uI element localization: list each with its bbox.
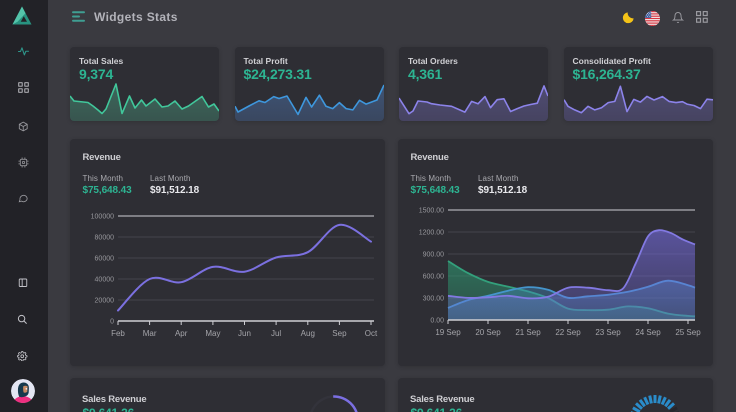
svg-text:23 Sep: 23 Sep bbox=[595, 328, 621, 337]
svg-text:40000: 40000 bbox=[95, 277, 115, 284]
svg-text:Mar: Mar bbox=[143, 329, 157, 338]
svg-text:100000: 100000 bbox=[91, 214, 114, 221]
svg-text:300.00: 300.00 bbox=[423, 296, 445, 303]
svg-text:Apr: Apr bbox=[175, 329, 188, 338]
svg-text:60000: 60000 bbox=[95, 256, 115, 263]
svg-text:0.00: 0.00 bbox=[430, 318, 444, 325]
svg-text:Feb: Feb bbox=[111, 329, 125, 338]
svg-text:25 Sep: 25 Sep bbox=[675, 328, 701, 337]
svg-text:Oct: Oct bbox=[365, 329, 378, 338]
svg-text:22 Sep: 22 Sep bbox=[555, 328, 581, 337]
svg-text:600.00: 600.00 bbox=[423, 274, 445, 281]
svg-text:Aug: Aug bbox=[301, 329, 315, 338]
svg-text:19 Sep: 19 Sep bbox=[435, 328, 461, 337]
svg-text:Sep: Sep bbox=[332, 329, 347, 338]
svg-text:20000: 20000 bbox=[95, 298, 115, 305]
svg-text:Jun: Jun bbox=[238, 329, 251, 338]
svg-text:1500.00: 1500.00 bbox=[419, 208, 444, 215]
svg-text:21 Sep: 21 Sep bbox=[515, 328, 541, 337]
svg-text:May: May bbox=[205, 329, 220, 338]
svg-text:Jul: Jul bbox=[271, 329, 281, 338]
svg-text:24 Sep: 24 Sep bbox=[635, 328, 661, 337]
svg-text:0: 0 bbox=[110, 319, 114, 326]
svg-text:80000: 80000 bbox=[95, 235, 115, 242]
svg-text:20 Sep: 20 Sep bbox=[475, 328, 501, 337]
svg-text:1200.00: 1200.00 bbox=[419, 230, 444, 237]
svg-text:900.00: 900.00 bbox=[423, 252, 445, 259]
